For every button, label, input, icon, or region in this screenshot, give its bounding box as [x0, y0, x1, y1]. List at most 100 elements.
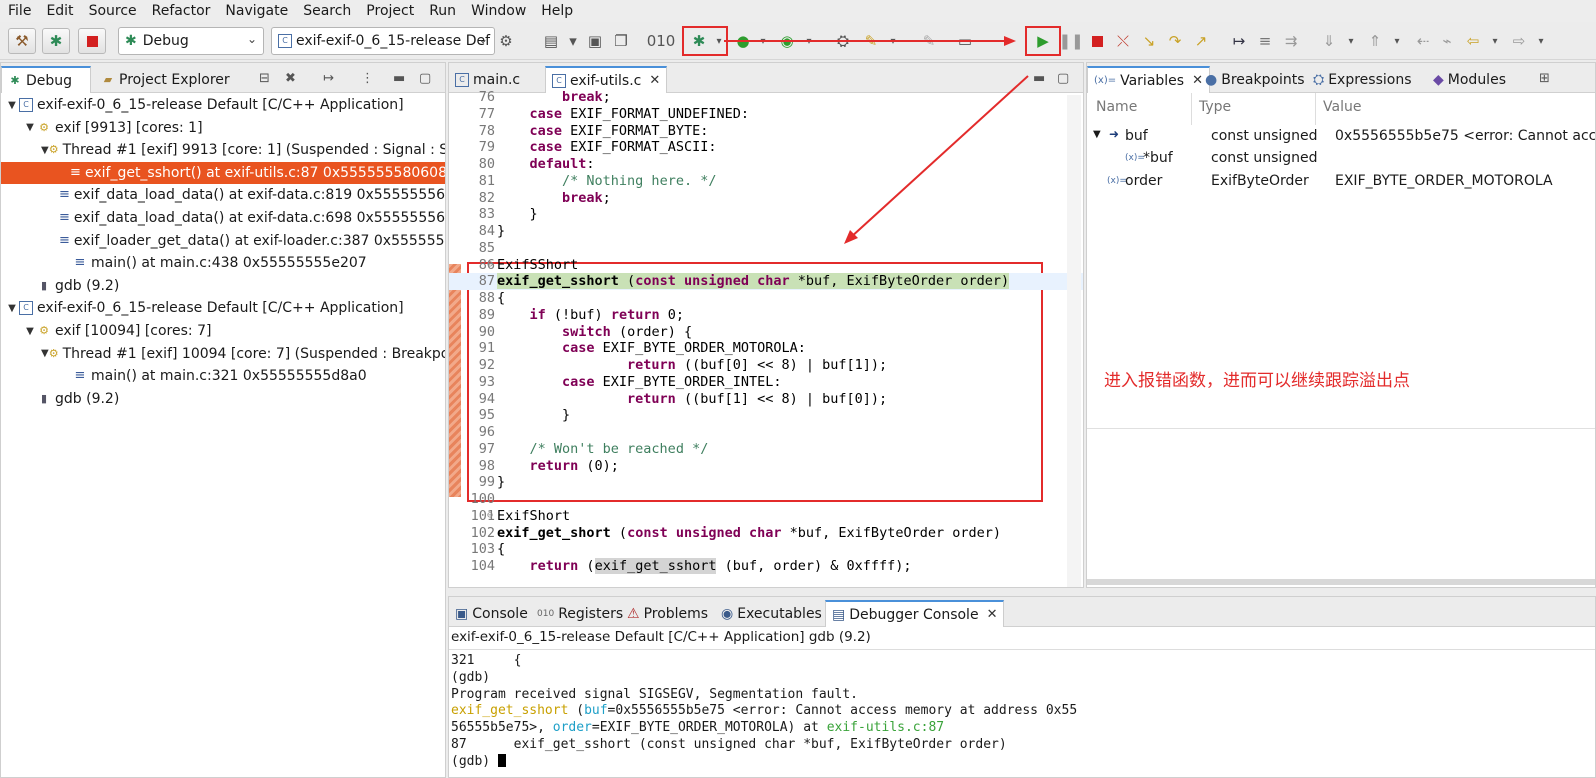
- code-line[interactable]: 90 switch (order) {: [449, 324, 1083, 341]
- menu-refactor[interactable]: Refactor: [152, 3, 211, 19]
- resume-icon[interactable]: ▶: [1032, 30, 1054, 52]
- code-line[interactable]: 98 return (0);: [449, 458, 1083, 475]
- code-line[interactable]: 97 /* Won't be reached */: [449, 441, 1083, 458]
- column-name[interactable]: Name: [1096, 99, 1137, 115]
- code-line[interactable]: 96: [449, 424, 1083, 441]
- view-menu-icon[interactable]: ⋮: [361, 71, 374, 86]
- maximize-icon[interactable]: ▢: [419, 71, 431, 86]
- var-value[interactable]: 0x5556555b5e75 <error: Cannot access mem…: [1335, 128, 1595, 144]
- debug-tree-item[interactable]: ≡ exif_loader_get_data() at exif-loader.c…: [1, 230, 445, 252]
- tab-variables[interactable]: (x)= Variables ✕: [1087, 66, 1210, 93]
- code-line[interactable]: 87 exif_get_sshort (const unsigned char *…: [449, 273, 1083, 290]
- fold-icon[interactable]: ⊖: [487, 508, 493, 525]
- menu-run[interactable]: Run: [429, 3, 456, 19]
- tab-breakpoints[interactable]: ● Breakpoints: [1199, 66, 1311, 93]
- var-name[interactable]: order: [1125, 173, 1162, 189]
- code-line[interactable]: 103{: [449, 541, 1083, 558]
- code-line[interactable]: 104 return (exif_get_sshort (buf, order)…: [449, 558, 1083, 575]
- tab-executables[interactable]: ◉ Executables: [715, 600, 828, 627]
- run-to-line-icon[interactable]: ⇉: [1280, 30, 1302, 52]
- menu-search[interactable]: Search: [303, 3, 351, 19]
- menu-edit[interactable]: Edit: [46, 3, 73, 19]
- last-edit-icon[interactable]: ⇠: [1412, 30, 1434, 52]
- view-toolbar-icon[interactable]: ⊞: [1539, 71, 1550, 86]
- menu-project[interactable]: Project: [366, 3, 414, 19]
- expand-toggle-icon[interactable]: ▼: [23, 326, 37, 337]
- remove-terminated-icon[interactable]: ✖: [285, 71, 296, 86]
- list-icon[interactable]: ≡: [1254, 30, 1276, 52]
- debug-tree-item[interactable]: ▼ ⚙ exif [9913] [cores: 1]: [1, 117, 445, 139]
- horizontal-scrollbar[interactable]: [1087, 579, 1595, 585]
- column-value[interactable]: Value: [1323, 99, 1361, 115]
- tab-expressions[interactable]: ⛭ Expressions: [1307, 66, 1418, 93]
- column-type[interactable]: Type: [1199, 99, 1231, 115]
- step-filter-icon[interactable]: ↦: [323, 71, 334, 86]
- tab-registers[interactable]: 010 Registers: [531, 600, 629, 627]
- save-all-icon[interactable]: ❐: [610, 30, 632, 52]
- menu-navigate[interactable]: Navigate: [225, 3, 288, 19]
- code-line[interactable]: 99}: [449, 474, 1083, 491]
- debug-tree-item[interactable]: ▮ gdb (9.2): [1, 275, 445, 297]
- expand-toggle-icon[interactable]: ▼: [41, 145, 49, 156]
- debug-tree-item[interactable]: ▼ ⚙ Thread #1 [exif] 9913 [core: 1] (Suspe…: [1, 139, 445, 161]
- collapse-all-icon[interactable]: ⊟: [259, 71, 270, 86]
- var-name[interactable]: buf: [1125, 128, 1148, 144]
- close-icon[interactable]: ✕: [987, 607, 998, 622]
- debug-button[interactable]: ✱: [42, 28, 70, 54]
- step-into-icon[interactable]: ↘: [1138, 30, 1160, 52]
- debug-tree-item[interactable]: ▼ ⚙ Thread #1 [exif] 10094 [core: 7] (Susp…: [1, 343, 445, 365]
- tab-project-explorer[interactable]: ▰ Project Explorer: [95, 66, 236, 93]
- code-line[interactable]: 101 ⊖ ExifShort: [449, 508, 1083, 525]
- code-line[interactable]: 94 return ((buf[1] << 8) | buf[0]);: [449, 391, 1083, 408]
- tab-debug[interactable]: ✱ Debug: [1, 66, 91, 93]
- chevron-down-icon[interactable]: ▾: [1340, 30, 1362, 52]
- tab-debugger-console[interactable]: ▤ Debugger Console ✕: [825, 600, 1005, 627]
- launch-mode-select[interactable]: ✱ Debug ⌄: [118, 27, 264, 55]
- code-line[interactable]: 89 if (!buf) return 0;: [449, 307, 1083, 324]
- chevron-down-icon[interactable]: ▾: [1484, 30, 1506, 52]
- code-line[interactable]: 91 case EXIF_BYTE_ORDER_MOTOROLA:: [449, 340, 1083, 357]
- instruction-stepping-icon[interactable]: ↦: [1228, 30, 1250, 52]
- terminate-launch-button[interactable]: [78, 28, 106, 54]
- fold-icon[interactable]: ⊖: [487, 257, 493, 274]
- debug-tree-item[interactable]: ▼ ⚙ exif [10094] [cores: 7]: [1, 320, 445, 342]
- debug-tree-item[interactable]: ≡ exif_data_load_data() at exif-data.c:69…: [1, 207, 445, 229]
- debug-tree-item[interactable]: ▮ gdb (9.2): [1, 388, 445, 410]
- maximize-icon[interactable]: ▢: [1057, 71, 1069, 86]
- expand-toggle-icon[interactable]: ▼: [5, 303, 19, 314]
- chevron-down-icon[interactable]: ▾: [1386, 30, 1408, 52]
- var-value[interactable]: EXIF_BYTE_ORDER_MOTOROLA: [1335, 173, 1553, 189]
- code-line[interactable]: 102 exif_get_short (const unsigned char *…: [449, 525, 1083, 542]
- step-return-icon[interactable]: ↗: [1190, 30, 1212, 52]
- back-icon[interactable]: ⇦: [1462, 30, 1484, 52]
- next-annotation-icon[interactable]: ⇓: [1318, 30, 1340, 52]
- minimize-icon[interactable]: ▬: [393, 71, 405, 86]
- debug-tree-item[interactable]: ≡ main() at main.c:438 0x55555555e207: [1, 252, 445, 274]
- debug-tree-item[interactable]: ≡ main() at main.c:321 0x55555555d8a0: [1, 365, 445, 387]
- code-line[interactable]: 95 }: [449, 407, 1083, 424]
- debugger-console-output[interactable]: 321 {(gdb) Program received signal SIGSEG…: [449, 653, 1595, 777]
- prev-annotation-icon[interactable]: ⇑: [1364, 30, 1386, 52]
- menu-file[interactable]: File: [8, 3, 31, 19]
- forward-icon[interactable]: ⇨: [1508, 30, 1530, 52]
- debug-tree-item[interactable]: ▼ Cexif-exif-0_6_15-release Default [C/C+…: [1, 297, 445, 319]
- launch-config-select[interactable]: C exif-exif-0_6_15-release Def ⌄: [271, 27, 495, 55]
- terminate-icon[interactable]: [1086, 30, 1108, 52]
- menu-window[interactable]: Window: [471, 3, 526, 19]
- disconnect-icon[interactable]: ⤬: [1112, 30, 1134, 52]
- expand-toggle-icon[interactable]: ▼: [5, 100, 19, 111]
- code-line[interactable]: 88{: [449, 290, 1083, 307]
- expand-toggle-icon[interactable]: ▼: [41, 348, 49, 359]
- tab-problems[interactable]: ⚠ Problems: [621, 600, 714, 627]
- binary-icon[interactable]: 010: [647, 30, 676, 52]
- menu-source[interactable]: Source: [89, 3, 137, 19]
- debug-launch-icon[interactable]: ✱: [688, 30, 710, 52]
- step-over-icon[interactable]: ↷: [1164, 30, 1186, 52]
- expand-toggle-icon[interactable]: ▼: [1093, 129, 1101, 140]
- tab-console[interactable]: ▣ Console: [449, 600, 534, 627]
- save-icon[interactable]: ▣: [584, 30, 606, 52]
- chevron-down-icon[interactable]: ▾: [562, 30, 584, 52]
- code-line[interactable]: 93 case EXIF_BYTE_ORDER_INTEL:: [449, 374, 1083, 391]
- debug-tree-item[interactable]: ▼ Cexif-exif-0_6_15-release Default [C/C+…: [1, 94, 445, 116]
- launch-settings-gear-icon[interactable]: ⚙: [495, 30, 517, 52]
